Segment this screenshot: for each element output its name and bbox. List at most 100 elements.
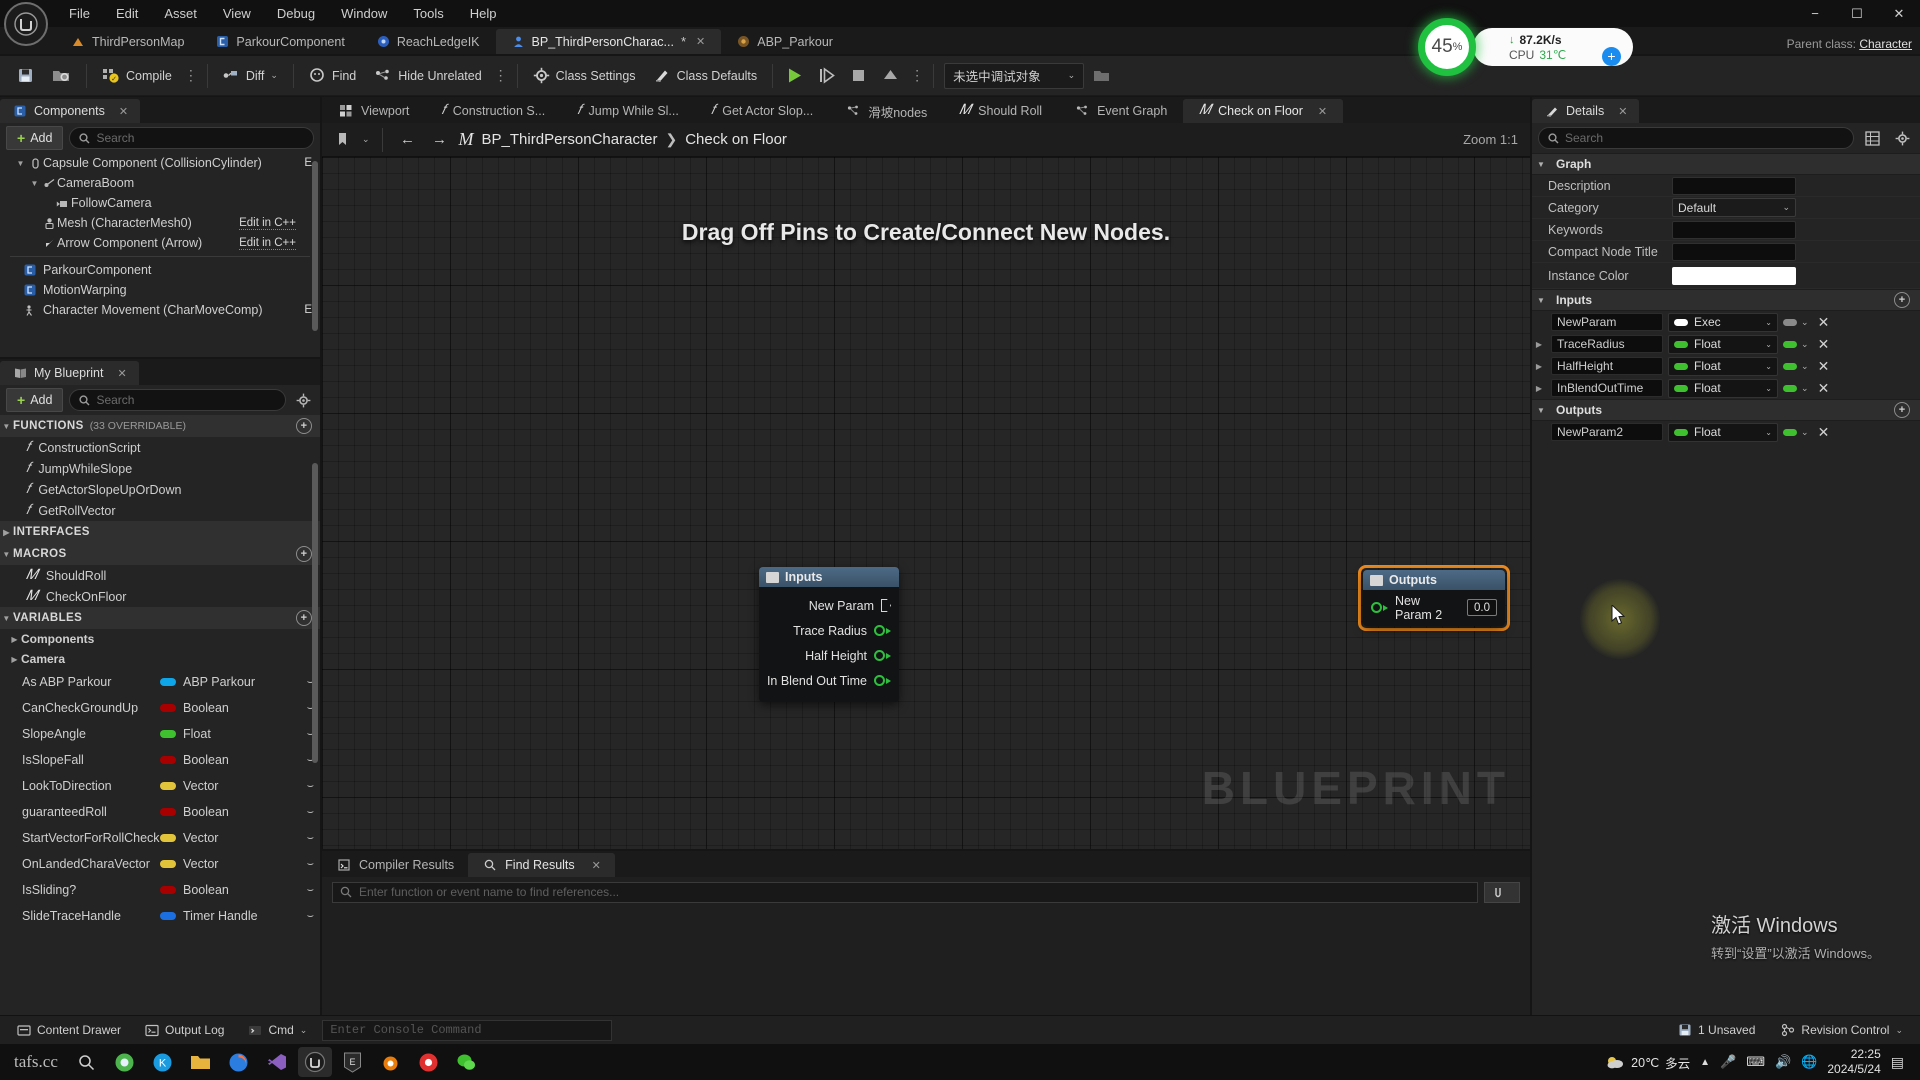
volume-icon[interactable]: 🔊 (1775, 1054, 1791, 1070)
caret-icon[interactable]: ▶ (8, 635, 21, 644)
menu-tools[interactable]: Tools (400, 2, 456, 25)
taskbar-firefox-icon[interactable] (222, 1047, 256, 1077)
tree-item-cameraboom[interactable]: ▼ CameraBoom (0, 173, 320, 193)
add-output-button[interactable]: + (1894, 402, 1910, 418)
param-container-select[interactable]: ⌄ (1783, 339, 1809, 350)
caret-icon[interactable]: ▶ (0, 528, 13, 537)
menu-asset[interactable]: Asset (151, 2, 210, 25)
param-type-select[interactable]: Float ⌄ (1668, 356, 1778, 376)
bookmark-icon[interactable] (330, 127, 356, 153)
section-variables[interactable]: ▼ VARIABLES + (0, 607, 320, 629)
diff-button[interactable]: Diff ⌄ (214, 60, 287, 92)
tab-components[interactable]: Components ✕ (0, 99, 141, 123)
pin-in-blend-out-time[interactable]: In Blend Out Time (759, 668, 899, 693)
expand-caret-icon[interactable]: ▶ (1532, 384, 1546, 393)
param-container-select[interactable]: ⌄ (1783, 317, 1809, 328)
asset-tab-thirdpersonmap[interactable]: ThirdPersonMap (56, 29, 200, 54)
pin-half-height[interactable]: Half Height (759, 643, 899, 668)
components-search-input[interactable]: Search (69, 127, 314, 149)
param-container-select[interactable]: ⌄ (1783, 383, 1809, 394)
var-group-components[interactable]: ▶ Components (0, 629, 320, 649)
variable-row[interactable]: StartVectorForRollCheck Vector ⌣ (0, 825, 320, 851)
variable-row[interactable]: CanCheckGroundUp Boolean ⌣ (0, 695, 320, 721)
menu-file[interactable]: File (56, 2, 103, 25)
param-name-input[interactable]: TraceRadius (1551, 335, 1663, 353)
expand-perf-button[interactable]: + (1602, 47, 1621, 66)
close-icon[interactable]: ✕ (1318, 105, 1327, 118)
play-button[interactable] (779, 62, 809, 90)
asset-tab-reachledgeik[interactable]: ReachLedgeIK (361, 29, 496, 54)
param-name-input[interactable]: InBlendOutTime (1551, 379, 1663, 397)
settings-gear-icon[interactable] (1890, 126, 1914, 150)
clock-widget[interactable]: 22:25 2024/5/24 (1827, 1047, 1880, 1077)
function-getrollvector[interactable]: 𝑓 GetRollVector (0, 500, 320, 521)
tab-find-results[interactable]: Find Results ✕ (468, 853, 615, 877)
caret-icon[interactable]: ▶ (8, 655, 21, 664)
macro-shouldroll[interactable]: 𝑀 ShouldRoll (0, 565, 320, 586)
my-blueprint-search-input[interactable]: Search (69, 389, 286, 411)
navigate-back-button[interactable]: ← (395, 127, 421, 153)
macro-checkonfloor[interactable]: 𝑀 CheckOnFloor (0, 586, 320, 607)
function-constructionscript[interactable]: 𝑓 ConstructionScript (0, 437, 320, 458)
caret-icon[interactable]: ▼ (0, 550, 13, 559)
class-settings-button[interactable]: Class Settings (524, 60, 645, 92)
add-blueprint-item-button[interactable]: + Add (6, 388, 64, 412)
visibility-toggle-icon[interactable]: ⌣ (307, 780, 314, 793)
twisty-icon[interactable]: ▼ (14, 159, 27, 168)
float-pin-icon[interactable] (1371, 602, 1382, 613)
variable-row[interactable]: IsSlopeFall Boolean ⌣ (0, 747, 320, 773)
remove-param-button[interactable]: ✕ (1814, 336, 1834, 353)
visibility-toggle-icon[interactable]: ⌣ (307, 910, 314, 923)
param-container-select[interactable]: ⌄ (1783, 361, 1809, 372)
twisty-icon[interactable]: ▼ (28, 179, 41, 188)
details-section-outputs[interactable]: ▼ Outputs + (1532, 399, 1920, 421)
class-defaults-button[interactable]: Class Defaults (645, 60, 767, 92)
menu-edit[interactable]: Edit (103, 2, 151, 25)
expand-caret-icon[interactable]: ▶ (1532, 362, 1546, 371)
variable-row[interactable]: IsSliding? Boolean ⌣ (0, 877, 320, 903)
input-param-row[interactable]: NewParam Exec ⌄ ⌄ ✕ (1532, 311, 1920, 333)
variable-row[interactable]: SlopeAngle Float ⌣ (0, 721, 320, 747)
pin-trace-radius[interactable]: Trace Radius (759, 618, 899, 643)
outputs-node[interactable]: Outputs New Param 2 0.0 (1363, 570, 1505, 626)
unsaved-items-button[interactable]: 1 Unsaved (1669, 1019, 1764, 1041)
remove-param-button[interactable]: ✕ (1814, 314, 1834, 331)
tree-item-capsule[interactable]: ▼ Capsule Component (CollisionCylinder) … (0, 153, 320, 173)
param-type-select[interactable]: Float ⌄ (1668, 334, 1778, 354)
close-icon[interactable]: ✕ (119, 105, 128, 118)
float-pin-icon[interactable] (874, 675, 885, 686)
param-type-select[interactable]: Float ⌄ (1668, 378, 1778, 398)
param-type-select[interactable]: Exec ⌄ (1668, 312, 1778, 332)
content-drawer-button[interactable]: Content Drawer (8, 1019, 130, 1041)
breadcrumb-leaf[interactable]: Check on Floor (685, 131, 787, 148)
asset-tab-abp-parkour[interactable]: ABP_Parkour (721, 29, 849, 54)
param-type-select[interactable]: Float ⌄ (1668, 422, 1778, 442)
section-functions[interactable]: ▼ FUNCTIONS (33 OVERRIDABLE) + (0, 415, 320, 437)
pin-value-input[interactable]: 0.0 (1467, 599, 1497, 616)
float-pin-icon[interactable] (874, 650, 885, 661)
input-param-row[interactable]: ▶ InBlendOutTime Float ⌄ ⌄ ✕ (1532, 377, 1920, 399)
compile-button[interactable]: ✓ Compile (93, 60, 181, 92)
chevron-down-icon[interactable]: ⌄ (362, 134, 370, 145)
browse-content-button[interactable] (43, 60, 80, 92)
input-param-row[interactable]: ▶ TraceRadius Float ⌄ ⌄ ✕ (1532, 333, 1920, 355)
function-jumpwhileslope[interactable]: 𝑓 JumpWhileSlope (0, 458, 320, 479)
edit-in-cpp-link[interactable]: Edit in C++ (239, 237, 296, 250)
variable-row[interactable]: OnLandedCharaVector Vector ⌣ (0, 851, 320, 877)
menu-help[interactable]: Help (457, 2, 510, 25)
pin-new-param[interactable]: New Param (759, 593, 899, 618)
asset-tab-parkourcomponent[interactable]: ParkourComponent (200, 29, 360, 54)
maximize-button[interactable]: ☐ (1836, 0, 1878, 27)
tab-should-roll[interactable]: 𝑀 Should Roll (943, 99, 1058, 123)
debug-filter-button[interactable] (1084, 60, 1120, 92)
output-log-button[interactable]: Output Log (136, 1019, 233, 1041)
unreal-logo-icon[interactable] (4, 2, 48, 46)
category-select[interactable]: Default ⌄ (1672, 198, 1796, 217)
breadcrumb-root[interactable]: BP_ThirdPersonCharacter (482, 131, 658, 148)
menu-view[interactable]: View (210, 2, 264, 25)
notification-icon[interactable]: ▤ (1891, 1054, 1904, 1071)
save-button[interactable] (8, 60, 43, 92)
revision-control-button[interactable]: Revision Control ⌄ (1772, 1019, 1912, 1041)
taskbar-epic-games-icon[interactable]: E (336, 1047, 370, 1077)
tab-construction-script[interactable]: 𝑓 Construction S... (425, 99, 561, 123)
